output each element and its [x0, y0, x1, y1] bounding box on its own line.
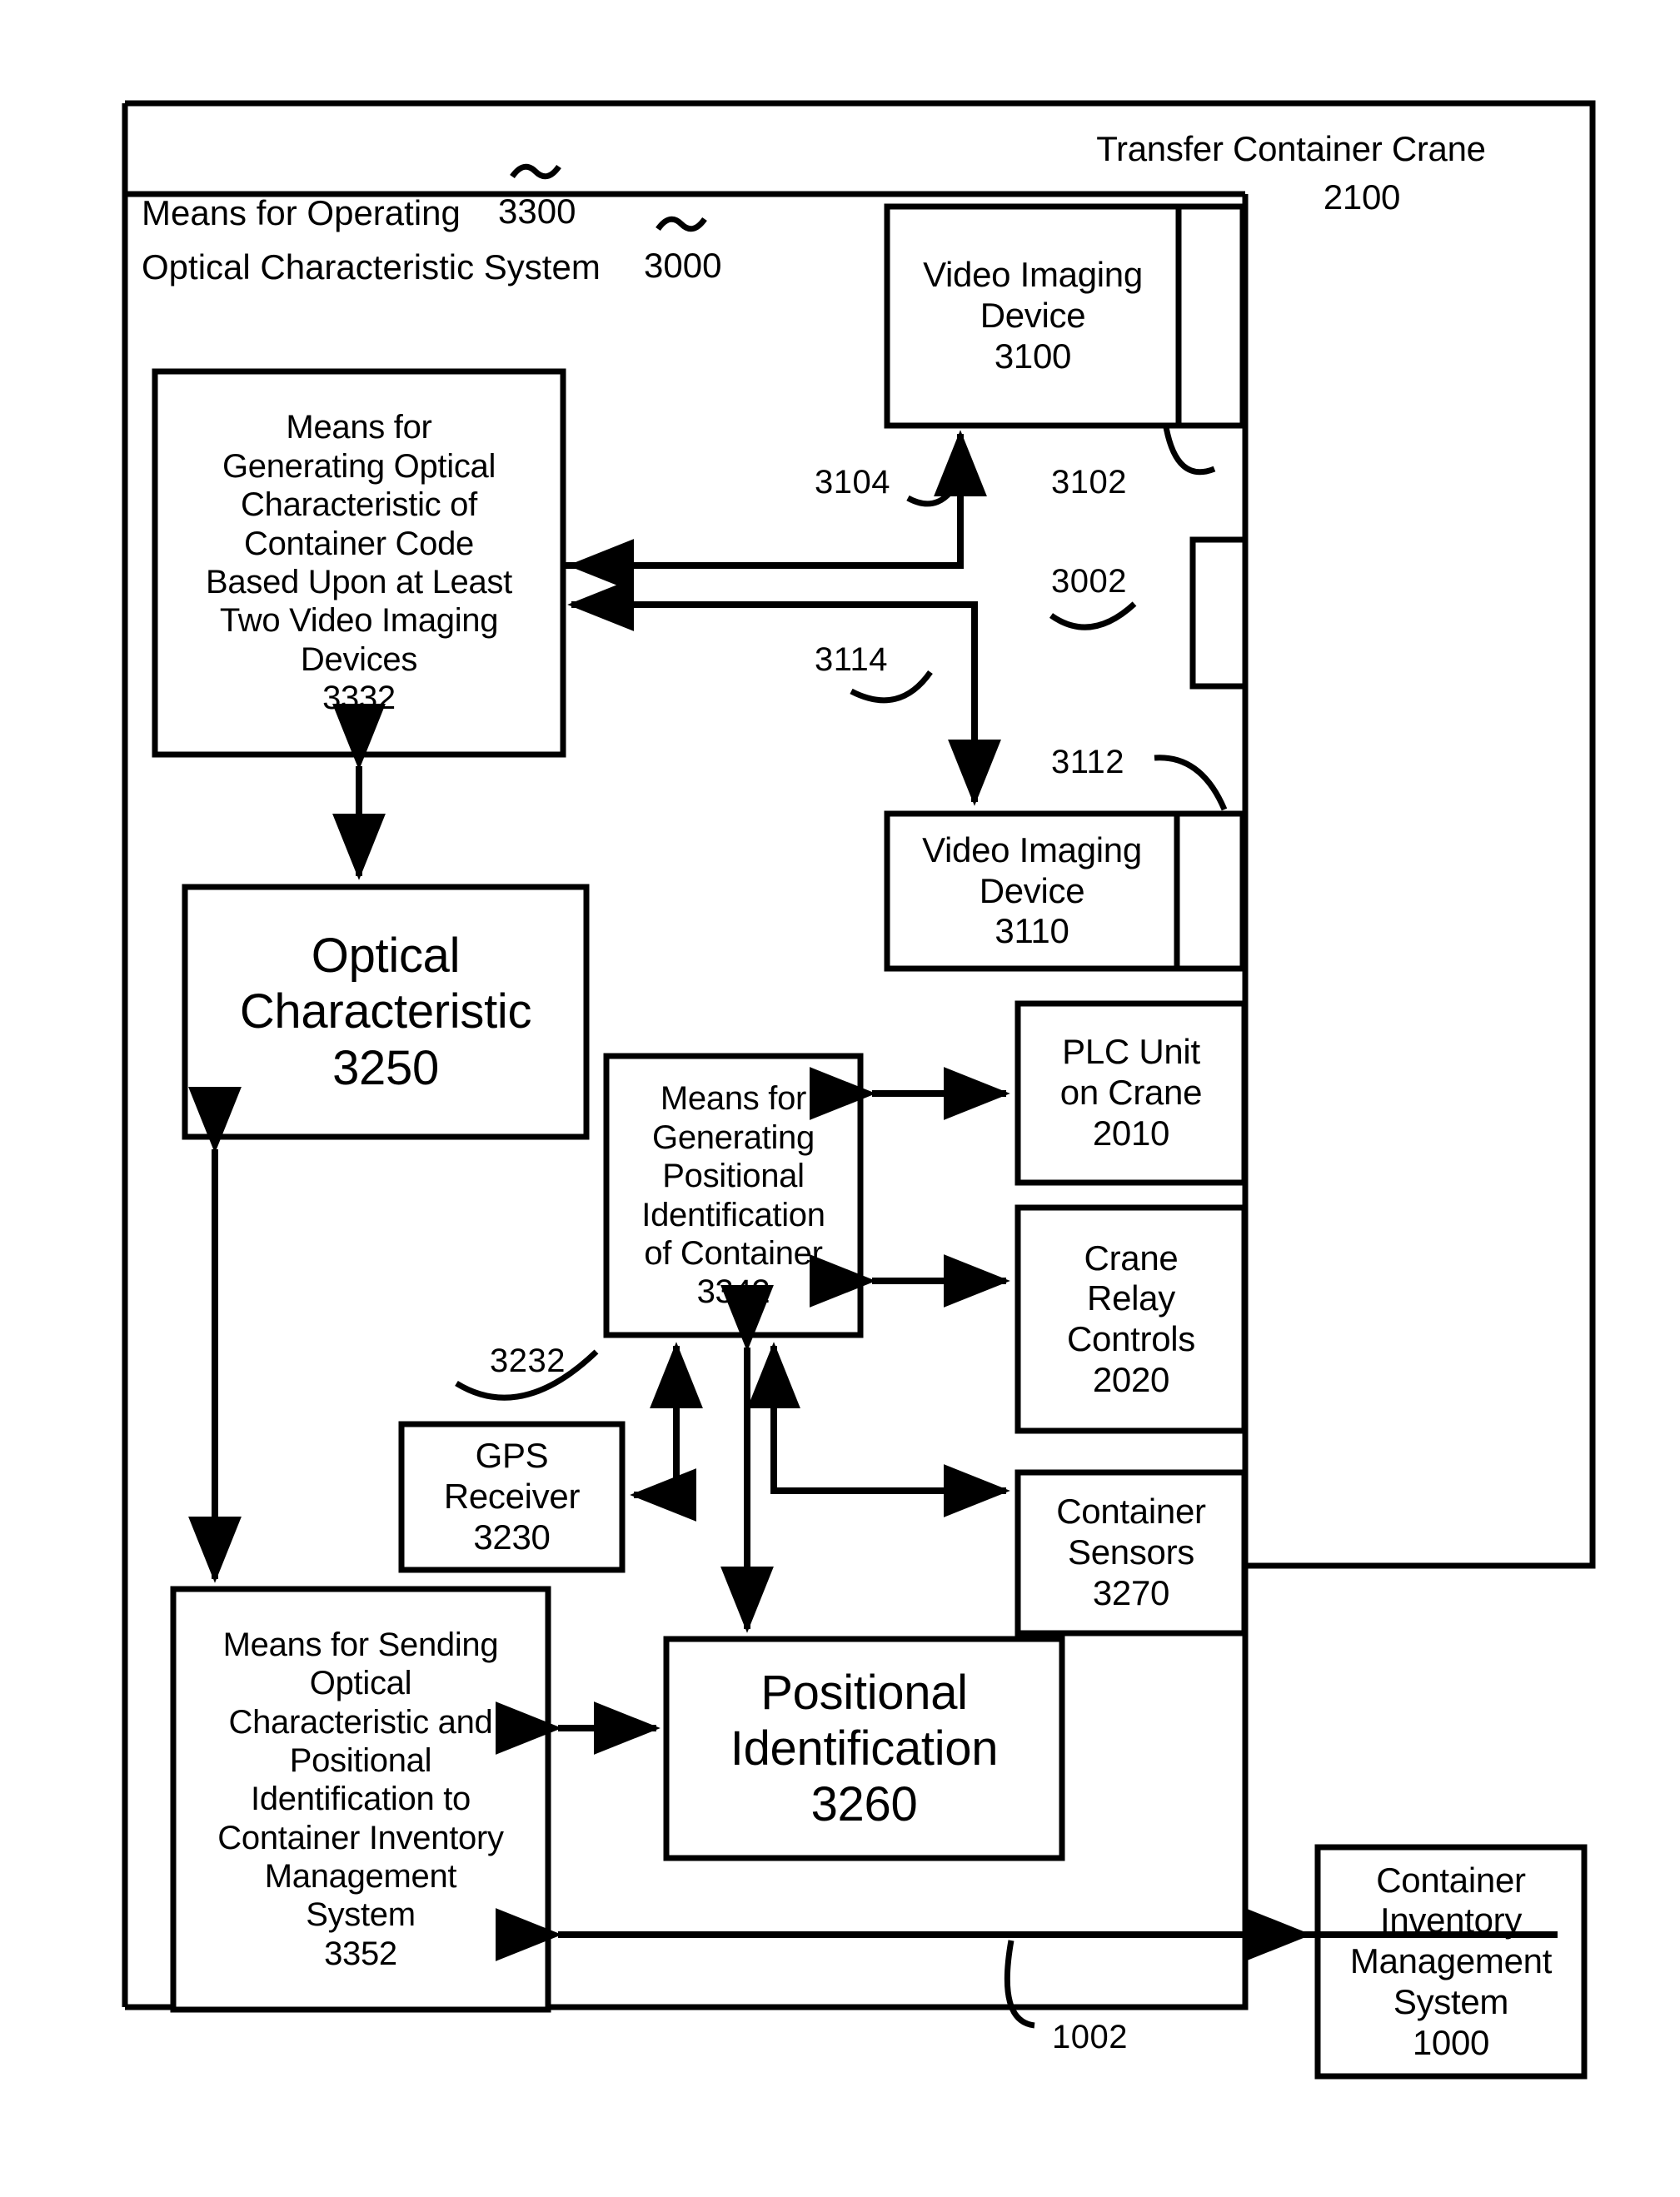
- box-optical-characteristic[interactable]: Optical Characteristic 3250: [185, 887, 586, 1137]
- box-means-for-sending[interactable]: Means for Sending Optical Characteristic…: [173, 1589, 548, 2010]
- box-generating-optical-characteristic[interactable]: Means for Generating Optical Characteris…: [155, 371, 563, 755]
- patent-figure: Transfer Container Crane 2100 Means for …: [0, 0, 1680, 2197]
- outer-frame-title: Transfer Container Crane: [1096, 129, 1486, 168]
- inner-frame-title-line1-ref: 3300: [498, 192, 576, 231]
- box-crane-relay-controls[interactable]: Crane Relay Controls 2020: [1018, 1208, 1244, 1431]
- box-gps-receiver[interactable]: GPS Receiver 3230: [401, 1424, 622, 1570]
- box-positional-identification[interactable]: Positional Identification 3260: [666, 1639, 1062, 1858]
- box-container-inventory-management-system[interactable]: Container Inventory Management System 10…: [1318, 1847, 1584, 2076]
- ref-3002: 3002: [1051, 563, 1127, 600]
- outer-frame-ref: 2100: [1323, 177, 1401, 217]
- box-plc-unit-on-crane[interactable]: PLC Unit on Crane 2010: [1018, 1004, 1244, 1183]
- ref-3112: 3112: [1051, 744, 1125, 780]
- box-generating-positional-identification[interactable]: Means for Generating Positional Identifi…: [606, 1056, 860, 1335]
- box-video-imaging-device-3100[interactable]: Video Imaging Device 3100: [887, 207, 1179, 426]
- ref-3104: 3104: [815, 464, 890, 501]
- ref-3102: 3102: [1051, 464, 1127, 501]
- inner-frame-title-line2: Optical Characteristic System: [142, 247, 601, 286]
- ref-3114: 3114: [815, 641, 889, 678]
- ref-3232: 3232: [490, 1343, 566, 1379]
- inner-frame-title-line1: Means for Operating: [142, 193, 461, 232]
- box-container-sensors[interactable]: Container Sensors 3270: [1018, 1472, 1244, 1633]
- ref-1002: 1002: [1052, 2019, 1128, 2055]
- inner-frame-title-line2-ref: 3000: [644, 246, 722, 285]
- box-video-imaging-device-3110[interactable]: Video Imaging Device 3110: [887, 814, 1177, 969]
